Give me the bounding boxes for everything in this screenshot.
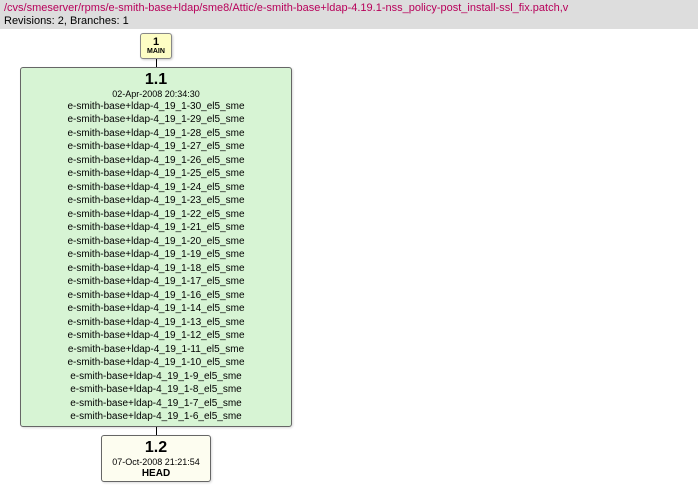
tag-item: e-smith-base+ldap-4_19_1-20_el5_sme (25, 235, 287, 249)
tag-item: e-smith-base+ldap-4_19_1-9_el5_sme (25, 370, 287, 384)
revision-diagram: 1 MAIN 1.1 02-Apr-2008 20:34:30 e-smith-… (0, 29, 698, 492)
branch-name: MAIN (141, 48, 171, 56)
tag-item: e-smith-base+ldap-4_19_1-12_el5_sme (25, 329, 287, 343)
tag-item: e-smith-base+ldap-4_19_1-28_el5_sme (25, 127, 287, 141)
revision-number: 1.1 (25, 71, 287, 89)
tag-item: e-smith-base+ldap-4_19_1-21_el5_sme (25, 221, 287, 235)
tag-item: e-smith-base+ldap-4_19_1-18_el5_sme (25, 262, 287, 276)
tag-item: e-smith-base+ldap-4_19_1-30_el5_sme (25, 100, 287, 114)
tag-item: e-smith-base+ldap-4_19_1-25_el5_sme (25, 167, 287, 181)
revision-number: 1.2 (106, 439, 206, 457)
tag-item: e-smith-base+ldap-4_19_1-17_el5_sme (25, 275, 287, 289)
tag-item: e-smith-base+ldap-4_19_1-29_el5_sme (25, 113, 287, 127)
branch-node-main[interactable]: 1 MAIN (140, 33, 172, 59)
revisions-summary: Revisions: 2, Branches: 1 (4, 15, 694, 27)
head-label: HEAD (106, 468, 206, 479)
tag-item: e-smith-base+ldap-4_19_1-8_el5_sme (25, 383, 287, 397)
tag-item: e-smith-base+ldap-4_19_1-7_el5_sme (25, 397, 287, 411)
connector-line (156, 427, 157, 435)
tag-item: e-smith-base+ldap-4_19_1-16_el5_sme (25, 289, 287, 303)
tag-item: e-smith-base+ldap-4_19_1-27_el5_sme (25, 140, 287, 154)
revision-date: 02-Apr-2008 20:34:30 (25, 89, 287, 99)
tag-item: e-smith-base+ldap-4_19_1-23_el5_sme (25, 194, 287, 208)
tag-item: e-smith-base+ldap-4_19_1-19_el5_sme (25, 248, 287, 262)
revision-node-1[interactable]: 1.1 02-Apr-2008 20:34:30 e-smith-base+ld… (20, 67, 292, 427)
connector-line (156, 59, 157, 67)
tag-item: e-smith-base+ldap-4_19_1-13_el5_sme (25, 316, 287, 330)
tag-item: e-smith-base+ldap-4_19_1-26_el5_sme (25, 154, 287, 168)
header-bar: /cvs/smeserver/rpms/e-smith-base+ldap/sm… (0, 0, 698, 29)
tag-list: e-smith-base+ldap-4_19_1-30_el5_smee-smi… (25, 100, 287, 424)
tag-item: e-smith-base+ldap-4_19_1-22_el5_sme (25, 208, 287, 222)
tag-item: e-smith-base+ldap-4_19_1-24_el5_sme (25, 181, 287, 195)
tag-item: e-smith-base+ldap-4_19_1-11_el5_sme (25, 343, 287, 357)
tag-item: e-smith-base+ldap-4_19_1-6_el5_sme (25, 410, 287, 424)
revision-node-2[interactable]: 1.2 07-Oct-2008 21:21:54 HEAD (101, 435, 211, 482)
repo-path: /cvs/smeserver/rpms/e-smith-base+ldap/sm… (4, 2, 694, 14)
branch-number: 1 (141, 36, 171, 48)
tag-item: e-smith-base+ldap-4_19_1-14_el5_sme (25, 302, 287, 316)
revision-date: 07-Oct-2008 21:21:54 (106, 457, 206, 467)
tag-item: e-smith-base+ldap-4_19_1-10_el5_sme (25, 356, 287, 370)
